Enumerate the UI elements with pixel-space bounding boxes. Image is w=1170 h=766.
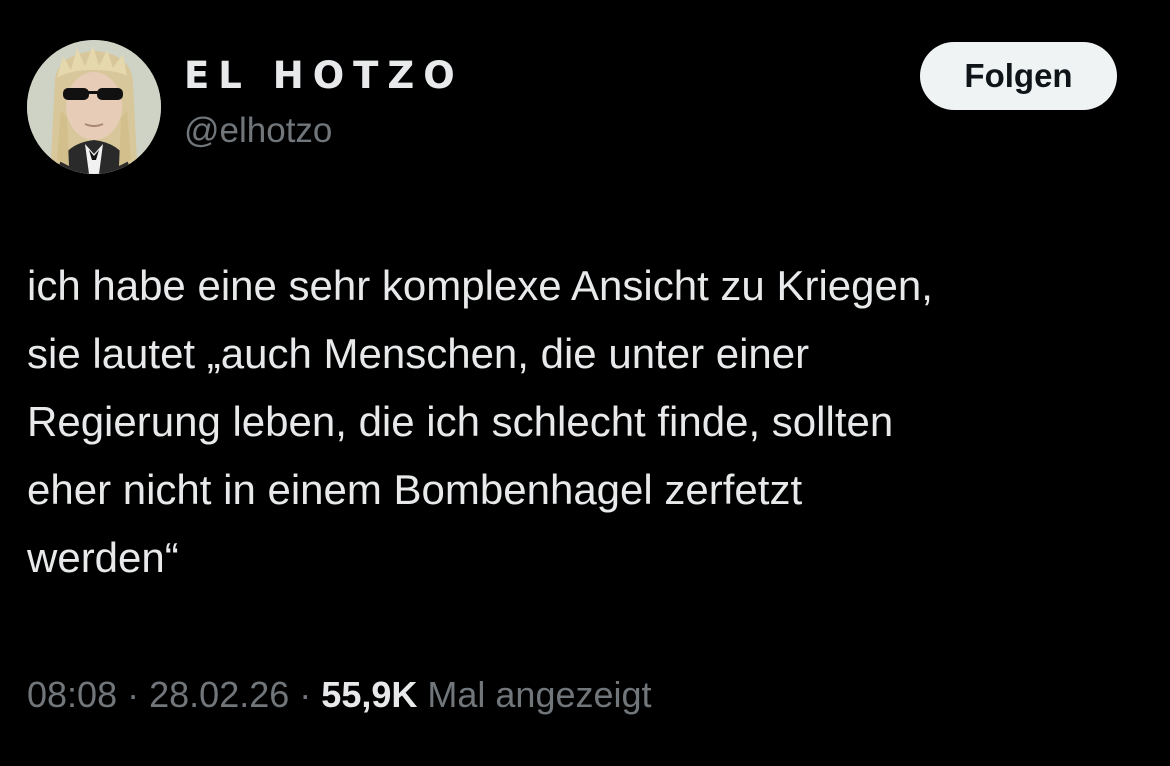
tweet-text-line: ich habe eine sehr komplexe Ansicht zu K…: [27, 262, 933, 309]
tweet: EL HOTZO @elhotzo Folgen ich habe eine s…: [0, 0, 1170, 766]
tweet-meta: 08:08 · 28.02.26 · 55,9K Mal angezeigt: [27, 672, 652, 718]
avatar[interactable]: [27, 40, 161, 174]
tweet-text-line: Regierung leben, die ich schlecht finde,…: [27, 398, 894, 445]
author-display-name[interactable]: EL HOTZO: [184, 54, 464, 98]
author-handle[interactable]: @elhotzo: [184, 110, 332, 152]
avatar-image: [27, 40, 161, 174]
views-count: 55,9K: [321, 674, 418, 715]
tweet-text-line: sie lautet „auch Menschen, die unter ein…: [27, 330, 810, 377]
tweet-text: ich habe eine sehr komplexe Ansicht zu K…: [27, 252, 1137, 592]
meta-separator: ·: [127, 674, 140, 715]
tweet-date[interactable]: 28.02.26: [149, 674, 289, 715]
tweet-text-line: eher nicht in einem Bombenhagel zerfetzt: [27, 466, 803, 513]
views-label: Mal angezeigt: [427, 674, 652, 715]
follow-button[interactable]: Folgen: [920, 42, 1117, 110]
tweet-time[interactable]: 08:08: [27, 674, 117, 715]
meta-separator: ·: [299, 674, 312, 715]
tweet-text-line: werden“: [27, 534, 179, 581]
